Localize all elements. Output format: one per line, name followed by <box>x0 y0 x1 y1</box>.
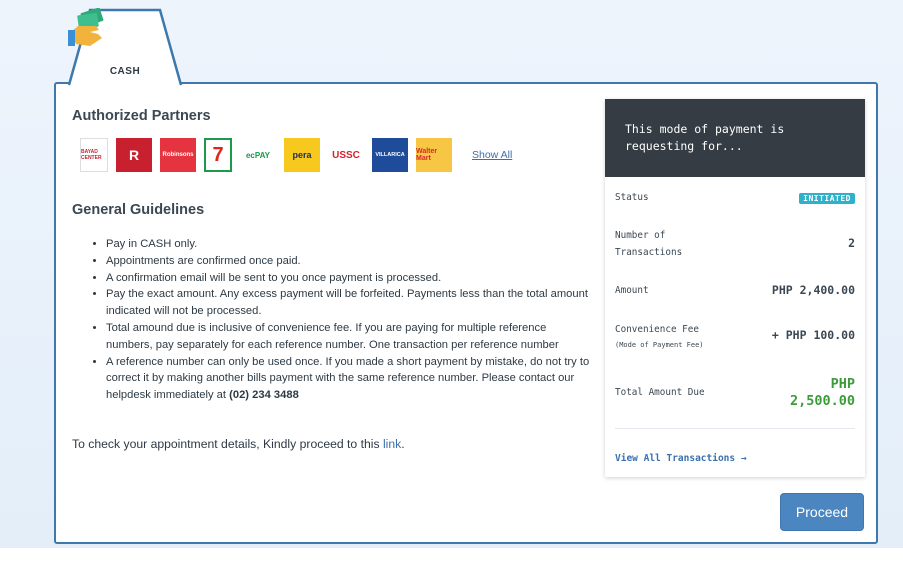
total-value: PHP 2,500.00 <box>789 376 855 409</box>
link-prefix: To check your appointment details, Kindl… <box>72 437 383 451</box>
proceed-button[interactable]: Proceed <box>780 493 864 531</box>
transactions-value: 2 <box>848 236 855 250</box>
cash-hand-icon <box>68 8 104 46</box>
guideline-item: A confirmation email will be sent to you… <box>106 270 596 287</box>
fee-value: + PHP 100.00 <box>771 328 855 342</box>
page-footer-band <box>0 548 903 564</box>
partners-title: Authorized Partners <box>72 108 211 124</box>
amount-value: PHP 2,400.00 <box>771 283 855 297</box>
summary-divider <box>615 428 855 429</box>
partner-logo-seven-eleven: 7 <box>204 138 232 172</box>
guidelines-list: Pay in CASH only. Appointments are confi… <box>92 236 596 404</box>
partner-logo-waltermart: Walter Mart <box>416 138 452 172</box>
guideline-item: Total amound due is inclusive of conveni… <box>106 320 596 354</box>
link-suffix: . <box>401 437 405 451</box>
payment-tab-cash[interactable]: CASH <box>68 8 182 88</box>
partner-logo-ecpay: ecPAY <box>240 138 276 172</box>
appointment-link-line: To check your appointment details, Kindl… <box>72 437 405 451</box>
total-label: Total Amount Due <box>615 387 705 398</box>
partner-logo-ussc: USSC <box>328 138 364 172</box>
payment-card: Authorized Partners BAYAD CENTER R Robinso… <box>54 82 878 544</box>
status-label: Status <box>615 192 649 203</box>
appointment-link[interactable]: link <box>383 437 401 451</box>
guideline-item: Pay in CASH only. <box>106 236 596 253</box>
partner-logo-robinsons: Robinsons <box>160 138 196 172</box>
view-all-transactions-link[interactable]: View All Transactions → <box>615 453 747 464</box>
guideline-item: A reference number can only be used once… <box>106 354 596 404</box>
partner-logo-perahub: pera <box>284 138 320 172</box>
helpdesk-number: (02) 234 3488 <box>229 389 299 402</box>
amount-label: Amount <box>615 285 649 296</box>
transactions-label: Number of Transactions <box>615 230 683 258</box>
tab-join-mask <box>72 80 178 86</box>
guideline-text: A reference number can only be used once… <box>106 355 590 402</box>
tab-label: CASH <box>109 66 141 77</box>
partner-logo-robinsons-dept: R <box>116 138 152 172</box>
fee-sublabel: (Mode of Payment Fee) <box>615 341 704 349</box>
guidelines-title: General Guidelines <box>72 202 205 218</box>
fee-label: Convenience Fee <box>615 324 699 335</box>
status-badge: INITIATED <box>799 193 855 204</box>
summary-panel: This mode of payment is requesting for..… <box>605 99 865 477</box>
partner-logo-villarica: VILLARICA <box>372 138 408 172</box>
show-all-partners-link[interactable]: Show All <box>472 149 512 161</box>
guideline-item: Appointments are confirmed once paid. <box>106 253 596 270</box>
partner-logo-bayad-center: BAYAD CENTER <box>80 138 108 172</box>
partner-logos: BAYAD CENTER R Robinsons 7 ecPAY pera USSC VILL… <box>80 136 512 174</box>
guideline-item: Pay the exact amount. Any excess payment… <box>106 286 596 320</box>
summary-header: This mode of payment is requesting for..… <box>605 99 865 177</box>
